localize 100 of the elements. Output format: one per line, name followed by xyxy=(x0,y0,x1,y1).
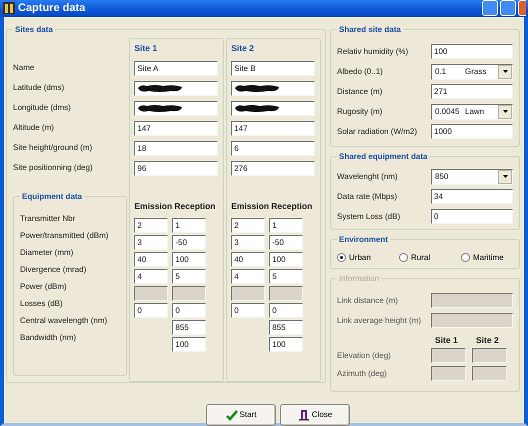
field-label: Relativ humidity (%) xyxy=(337,46,410,58)
field-label: Wavelenght (nm) xyxy=(337,170,399,182)
redaction-mark xyxy=(234,104,280,113)
input-field[interactable]: 40 xyxy=(134,252,168,266)
field-label: Site positionning (deg) xyxy=(13,162,93,174)
field-label: Link distance (m) xyxy=(337,294,399,306)
input-field[interactable] xyxy=(134,81,218,96)
input-field[interactable]: 0 xyxy=(134,302,168,318)
input-field[interactable]: 40 xyxy=(231,252,266,266)
field-label: Rugosity (m) xyxy=(337,106,384,118)
input-field[interactable]: 147 xyxy=(134,121,218,136)
dropdown[interactable]: 850 xyxy=(431,168,513,184)
input-field[interactable]: 5 xyxy=(269,268,304,284)
group-title: Environment xyxy=(337,234,390,244)
field-label: Diameter (mm) xyxy=(20,247,74,259)
column-header: Site 2 xyxy=(475,334,500,346)
input-field[interactable]: 100 xyxy=(431,44,513,59)
field-label: Site height/ground (m) xyxy=(13,142,92,154)
input-field[interactable]: Site B xyxy=(231,61,316,76)
group-title: Shared equipment data xyxy=(337,150,430,162)
input-field[interactable]: 4 xyxy=(231,268,266,284)
door-figure-icon xyxy=(298,408,310,420)
column-header: Site 2 xyxy=(231,42,254,55)
input-field[interactable]: Site A xyxy=(134,61,218,76)
input-field[interactable]: 6 xyxy=(231,141,316,156)
button[interactable]: Close xyxy=(280,404,350,426)
group-title: Shared site data xyxy=(337,24,403,34)
input-field[interactable]: 855 xyxy=(172,320,206,334)
group-title: Equipment data xyxy=(20,190,84,202)
column-header: Emission xyxy=(134,200,170,213)
input-field[interactable]: 0 xyxy=(231,302,266,318)
field-label: Bandwidth (nm) xyxy=(20,332,76,344)
input-field[interactable]: 0 xyxy=(431,209,513,224)
input-field[interactable]: -50 xyxy=(269,234,304,250)
field-label: System Loss (dB) xyxy=(337,210,402,222)
field-label: Azimuth (deg) xyxy=(337,368,388,380)
field-label: Altitude (m) xyxy=(13,122,54,134)
group-title: Information xyxy=(337,272,382,284)
button[interactable]: Start xyxy=(206,404,276,426)
redaction-mark xyxy=(234,84,280,93)
field-label: Name xyxy=(13,62,34,74)
field-label: Solar radiation (W/m2) xyxy=(337,126,418,138)
field-label: Losses (dB) xyxy=(20,298,63,310)
field-label: Transmitter Nbr xyxy=(20,213,76,225)
input-field[interactable]: 147 xyxy=(231,121,316,136)
redaction-mark xyxy=(137,84,184,93)
column-header: Site 1 xyxy=(434,334,459,346)
minimize-button[interactable] xyxy=(482,0,498,16)
input-field[interactable]: 100 xyxy=(172,252,206,266)
column-header: Reception xyxy=(174,200,214,213)
app-icon xyxy=(2,1,16,16)
input-field[interactable] xyxy=(134,101,218,116)
input-field[interactable]: 18 xyxy=(134,141,218,156)
input-field[interactable]: 0 xyxy=(172,302,206,318)
field-label: Latitude (dms) xyxy=(13,82,64,94)
input-field[interactable]: 1000 xyxy=(431,124,513,139)
redaction-mark xyxy=(137,104,184,113)
caret-icon xyxy=(502,110,508,113)
input-field[interactable]: 100 xyxy=(172,336,206,352)
input-field[interactable]: 2 xyxy=(134,218,168,232)
input-field[interactable]: 1 xyxy=(172,218,206,232)
field-label: Power (dBm) xyxy=(20,281,67,293)
input-field[interactable]: 5 xyxy=(172,268,206,284)
input-field[interactable]: 96 xyxy=(134,161,218,176)
window-title: Capture data xyxy=(18,1,86,16)
input-field[interactable] xyxy=(231,81,316,96)
input-field[interactable]: 855 xyxy=(269,320,304,334)
radio-button[interactable]: Maritime xyxy=(461,252,504,264)
field-label: Longitude (dms) xyxy=(13,102,71,114)
input-field[interactable]: -50 xyxy=(172,234,206,250)
input-field[interactable] xyxy=(231,101,316,116)
dropdown[interactable]: 0.1 Grass xyxy=(431,64,513,80)
caret-icon xyxy=(502,175,508,178)
field-label: Distance (m) xyxy=(337,86,384,98)
field-label: Data rate (Mbps) xyxy=(337,190,398,202)
input-field[interactable]: 271 xyxy=(431,84,513,99)
input-field[interactable]: 276 xyxy=(231,161,316,176)
input-field[interactable]: 1 xyxy=(269,218,304,232)
maximize-button[interactable] xyxy=(500,0,516,16)
input-field[interactable]: 2 xyxy=(231,218,266,232)
field-label: Power/transmitted (dBm) xyxy=(20,230,108,242)
field-label: Divergence (mrad) xyxy=(20,264,86,276)
close-button[interactable] xyxy=(518,0,526,16)
field-label: Link average height (m) xyxy=(337,314,422,326)
input-field[interactable]: 100 xyxy=(269,336,304,352)
radio-button[interactable]: Rural xyxy=(399,252,461,264)
input-field[interactable]: 100 xyxy=(269,252,304,266)
input-field[interactable]: 3 xyxy=(231,234,266,250)
column-header: Reception xyxy=(271,200,312,213)
input-field[interactable]: 0 xyxy=(269,302,304,318)
field-label: Central wavelength (nm) xyxy=(20,315,108,327)
dropdown[interactable]: 0.0045 Lawn xyxy=(431,104,513,120)
input-field[interactable]: 3 xyxy=(134,234,168,250)
caret-icon xyxy=(502,70,508,73)
input-field[interactable]: 4 xyxy=(134,268,168,284)
group-title: Sites data xyxy=(13,24,55,34)
field-label: Albedo (0..1) xyxy=(337,66,384,78)
input-field[interactable]: 34 xyxy=(431,189,513,204)
column-header: Emission xyxy=(231,200,268,213)
radio-button[interactable]: Urban xyxy=(337,252,399,264)
